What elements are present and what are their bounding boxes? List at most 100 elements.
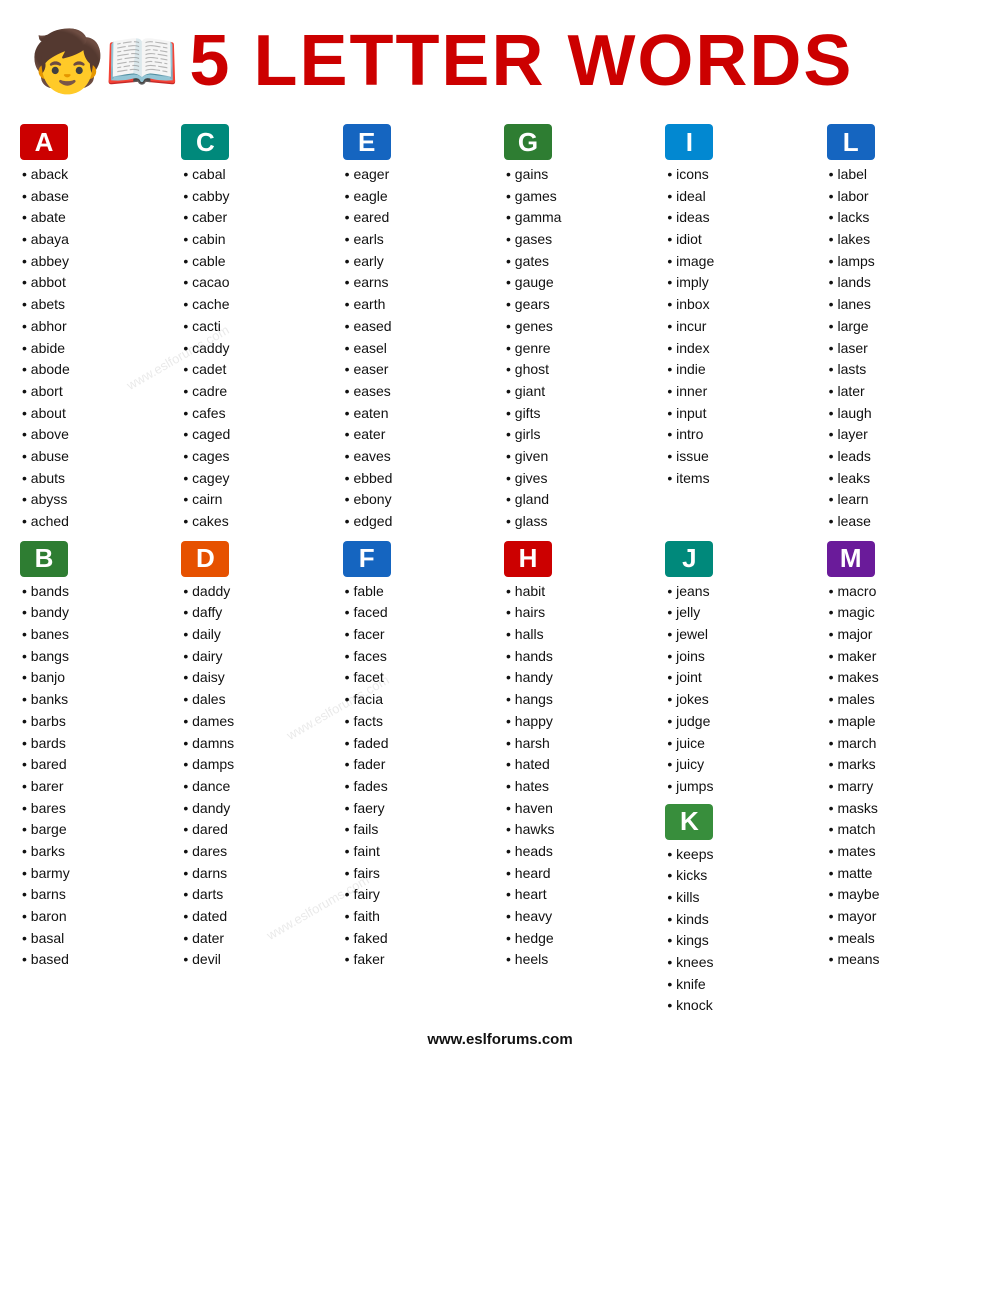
list-item: above [20, 424, 173, 446]
list-item: eased [343, 316, 496, 338]
list-item: hangs [504, 689, 657, 711]
letter-badge-l: L [827, 124, 875, 160]
list-item: match [827, 819, 980, 841]
list-item: eared [343, 207, 496, 229]
list-item: earns [343, 272, 496, 294]
list-item: cabal [181, 164, 334, 186]
list-item: icons [665, 164, 818, 186]
list-item: abbot [20, 272, 173, 294]
list-item: items [665, 468, 818, 490]
list-item: gains [504, 164, 657, 186]
list-item: ideas [665, 207, 818, 229]
list-item: heavy [504, 906, 657, 928]
list-item: large [827, 316, 980, 338]
list-item: knife [665, 974, 818, 996]
list-item: hates [504, 776, 657, 798]
list-item: layer [827, 424, 980, 446]
list-item: daffy [181, 602, 334, 624]
list-item: hawks [504, 819, 657, 841]
list-item: abide [20, 338, 173, 360]
letter-badge-k: K [665, 804, 713, 840]
list-item: fairy [343, 884, 496, 906]
word-list-b: bandsbandybanesbangsbanjobanksbarbsbards… [20, 581, 173, 971]
letter-section-d: Ddaddydaffydailydairydaisydalesdamesdamn… [179, 539, 336, 1019]
list-item: juice [665, 733, 818, 755]
word-list-j: jeansjellyjeweljoinsjointjokesjudgejuice… [665, 581, 818, 798]
list-item: kinds [665, 909, 818, 931]
list-item: joins [665, 646, 818, 668]
list-item: devil [181, 949, 334, 971]
list-item: cadre [181, 381, 334, 403]
list-item: caber [181, 207, 334, 229]
list-item: fairs [343, 863, 496, 885]
list-item: ebony [343, 489, 496, 511]
list-item: basal [20, 928, 173, 950]
list-item: bares [20, 798, 173, 820]
list-item: joint [665, 667, 818, 689]
list-item: caddy [181, 338, 334, 360]
list-item: daily [181, 624, 334, 646]
list-item: later [827, 381, 980, 403]
list-item: girls [504, 424, 657, 446]
list-item: facia [343, 689, 496, 711]
word-list-m: macromagicmajormakermakesmalesmaplemarch… [827, 581, 980, 971]
list-item: heels [504, 949, 657, 971]
list-item: damps [181, 754, 334, 776]
list-item: males [827, 689, 980, 711]
list-item: issue [665, 446, 818, 468]
list-item: faith [343, 906, 496, 928]
list-item: darts [181, 884, 334, 906]
letter-badge-e: E [343, 124, 391, 160]
list-item: marry [827, 776, 980, 798]
list-item: faces [343, 646, 496, 668]
list-item: eaten [343, 403, 496, 425]
list-item: facer [343, 624, 496, 646]
list-item: juicy [665, 754, 818, 776]
list-item: haven [504, 798, 657, 820]
list-item: cages [181, 446, 334, 468]
list-item: knees [665, 952, 818, 974]
list-item: daddy [181, 581, 334, 603]
list-item: marks [827, 754, 980, 776]
list-item: gives [504, 468, 657, 490]
list-item: bangs [20, 646, 173, 668]
list-item: abets [20, 294, 173, 316]
list-item: kicks [665, 865, 818, 887]
list-item: cairn [181, 489, 334, 511]
list-item: based [20, 949, 173, 971]
word-list-c: cabalcabbycabercabincablecacaocachecacti… [181, 164, 334, 533]
word-list-d: daddydaffydailydairydaisydalesdamesdamns… [181, 581, 334, 971]
list-item: image [665, 251, 818, 273]
list-item: earls [343, 229, 496, 251]
list-item: ghost [504, 359, 657, 381]
list-item: abate [20, 207, 173, 229]
list-item: matte [827, 863, 980, 885]
letter-badge-h: H [504, 541, 552, 577]
list-item: caged [181, 424, 334, 446]
list-item: bared [20, 754, 173, 776]
list-item: abbey [20, 251, 173, 273]
list-item: heart [504, 884, 657, 906]
list-item: baron [20, 906, 173, 928]
list-item: means [827, 949, 980, 971]
list-item: abuse [20, 446, 173, 468]
list-item: dales [181, 689, 334, 711]
list-item: barbs [20, 711, 173, 733]
list-item: masks [827, 798, 980, 820]
list-item: eater [343, 424, 496, 446]
word-list-f: fablefacedfacerfacesfacetfaciafactsfaded… [343, 581, 496, 971]
list-item: inner [665, 381, 818, 403]
list-item: meals [827, 928, 980, 950]
list-item: dames [181, 711, 334, 733]
list-item: ached [20, 511, 173, 533]
list-item: hands [504, 646, 657, 668]
list-item: lanes [827, 294, 980, 316]
list-item: jokes [665, 689, 818, 711]
list-item: indie [665, 359, 818, 381]
letter-section-b: Bbandsbandybanesbangsbanjobanksbarbsbard… [18, 539, 175, 1019]
list-item: bards [20, 733, 173, 755]
list-item: judge [665, 711, 818, 733]
list-item: fails [343, 819, 496, 841]
letter-badge-c: C [181, 124, 229, 160]
list-item: abort [20, 381, 173, 403]
